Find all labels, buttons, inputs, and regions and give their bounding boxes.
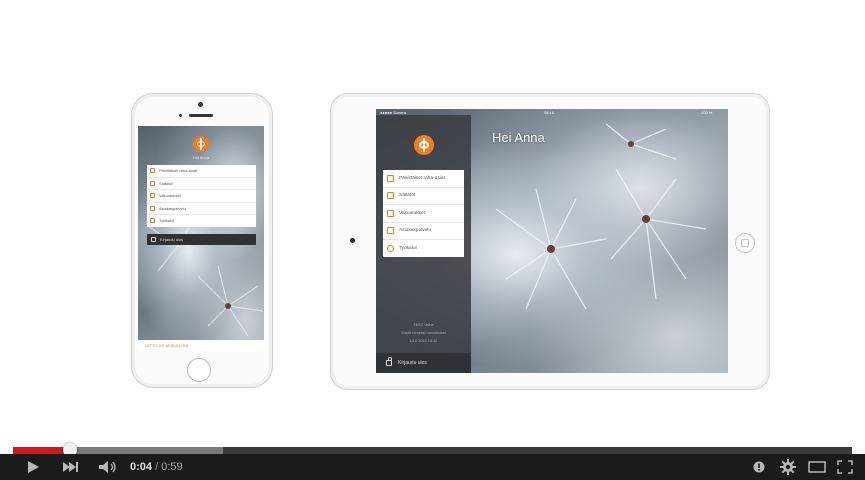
tablet-menu-item[interactable]: Työkalut [383, 240, 464, 257]
status-battery: 100 % [701, 110, 713, 115]
op-logo-icon [193, 136, 209, 152]
op-logo-icon [414, 135, 434, 155]
annotations-icon [753, 461, 765, 473]
phone-speaker [189, 114, 213, 117]
fullscreen-button[interactable] [834, 454, 856, 480]
phone-menu-item[interactable]: Säästöt [147, 178, 256, 190]
time-separator: / [152, 461, 162, 473]
chat-icon [150, 205, 155, 211]
lock-icon [386, 357, 392, 366]
chart-icon [387, 192, 394, 200]
progress-played [13, 447, 71, 454]
tablet-menu: Päivittäiset raha-asiat Säästöt Vakuutuk… [383, 170, 464, 257]
settings-gear-icon [780, 459, 796, 475]
footer-line: TEST Vaihe [413, 323, 434, 327]
wallet-icon [387, 174, 394, 182]
fullscreen-icon [837, 460, 853, 474]
chart-icon [150, 180, 155, 186]
phone-banner[interactable]: LIITTO OP-MOBIILISSA [138, 340, 264, 351]
player-controls: 0:04 / 0:59 [0, 454, 865, 480]
chat-icon [387, 227, 394, 235]
volume-button[interactable] [93, 454, 123, 480]
phone-menu: Päivittäiset raha-asiat Säästöt Vakuutuk… [147, 165, 256, 227]
tablet-screen: ●●●●● Sonera 08:16 100 % Päivittäiset ra… [376, 109, 728, 373]
phone-home-button [187, 358, 211, 382]
phone-menu-item[interactable]: Vakuutukset [147, 190, 256, 203]
tablet-menu-item[interactable]: Päivittäiset raha-asiat [383, 170, 464, 188]
gear-icon [387, 244, 394, 252]
phone-sensor [179, 114, 182, 117]
phone-menu-item[interactable]: Asiakaspalvelu [147, 203, 256, 215]
time-display: 0:04 / 0:59 [130, 461, 183, 473]
tablet-menu-item[interactable]: Vakuutukset [383, 205, 464, 223]
volume-icon [99, 461, 116, 473]
play-icon [28, 461, 39, 473]
phone-greeting: Hei Anna [192, 155, 210, 160]
next-button[interactable] [55, 454, 85, 480]
next-icon [63, 462, 78, 472]
tablet-home-button [735, 233, 755, 253]
tablet-menu-item[interactable]: Asiakaspalvelu [383, 223, 464, 240]
ipad-mockup: ●●●●● Sonera 08:16 100 % Päivittäiset ra… [330, 93, 770, 390]
phone-logout-button[interactable]: Kirjaudu ulos [147, 234, 256, 245]
tablet-logout-button[interactable]: Kirjaudu ulos [376, 353, 471, 373]
tablet-menu-item[interactable]: Säästöt [383, 188, 464, 205]
footer-line: Käytit viimeksi tunnuksiasi [401, 331, 446, 335]
umbrella-icon [387, 209, 394, 217]
progress-bar[interactable] [13, 443, 852, 457]
duration: 0:59 [161, 461, 183, 473]
annotations-button[interactable] [750, 454, 768, 480]
settings-button[interactable] [777, 454, 799, 480]
lock-icon [151, 237, 156, 242]
footer-line: 13.2.2015 13:12 [409, 339, 438, 343]
phone-screen: Hei Anna Päivittäiset raha-asiat Säästöt… [138, 126, 264, 351]
theater-mode-button[interactable] [806, 454, 828, 480]
wallet-icon [150, 168, 155, 174]
tablet-greeting: Hei Anna [492, 130, 545, 145]
iphone-mockup: Hei Anna Päivittäiset raha-asiat Säästöt… [131, 93, 273, 388]
theater-mode-icon [808, 461, 826, 473]
current-time: 0:04 [130, 461, 153, 473]
phone-camera [198, 102, 203, 107]
phone-menu-item[interactable]: Päivittäiset raha-asiat [147, 165, 256, 178]
tablet-camera [350, 238, 355, 243]
phone-menu-item[interactable]: Työkalut [147, 215, 256, 227]
tablet-sidebar: Päivittäiset raha-asiat Säästöt Vakuutuk… [376, 115, 471, 373]
umbrella-icon [150, 193, 155, 199]
play-button[interactable] [18, 454, 48, 480]
status-time: 08:16 [544, 110, 555, 115]
video-frame[interactable]: Hei Anna Päivittäiset raha-asiat Säästöt… [0, 0, 865, 447]
gear-icon [150, 218, 155, 224]
